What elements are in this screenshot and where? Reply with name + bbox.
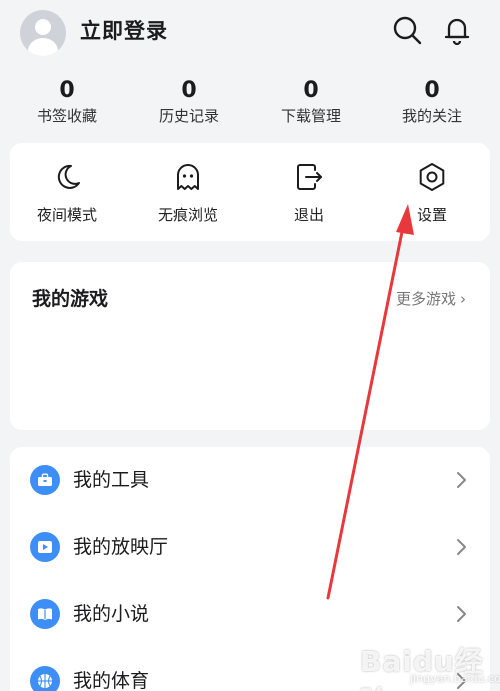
search-icon[interactable] <box>391 14 423 46</box>
stat-downloads[interactable]: 0 下载管理 <box>261 78 361 127</box>
list-item-label: 我的工具 <box>73 469 150 491</box>
stat-bookmarks[interactable]: 0 书签收藏 <box>17 78 117 127</box>
baidu-watermark: Baidu经验 jingyan.baidu.com <box>360 634 500 691</box>
login-link[interactable]: 立即登录 <box>80 16 168 46</box>
logout-button[interactable]: 退出 <box>259 161 359 225</box>
chevron-right-icon <box>457 606 466 622</box>
chevron-right-icon <box>457 539 466 555</box>
stat-count: 0 <box>424 78 440 103</box>
my-games-title: 我的游戏 <box>32 288 109 310</box>
list-item-label: 我的放映厅 <box>73 536 169 558</box>
watermark-sub: jingyan.baidu.com <box>410 672 500 685</box>
toolbox-icon <box>30 465 60 495</box>
stat-label: 下载管理 <box>280 107 341 125</box>
list-item-theater[interactable]: 我的放映厅 <box>10 514 490 580</box>
chevron-right-icon: › <box>460 290 466 308</box>
logout-icon <box>297 164 322 190</box>
stat-count: 0 <box>181 78 197 103</box>
my-games-card: 我的游戏 更多游戏 › <box>10 262 490 430</box>
list-item-label: 我的小说 <box>73 603 150 625</box>
basketball-icon <box>30 666 60 691</box>
list-item-label: 我的体育 <box>73 670 150 691</box>
stat-count: 0 <box>59 78 75 103</box>
settings-icon <box>419 163 445 191</box>
stat-label: 历史记录 <box>158 107 219 125</box>
incognito-button[interactable]: 无痕浏览 <box>138 161 238 225</box>
chevron-right-icon <box>457 472 466 488</box>
stat-label: 书签收藏 <box>36 107 97 125</box>
night-mode-label: 夜间模式 <box>36 206 97 224</box>
list-item-tools[interactable]: 我的工具 <box>10 447 490 513</box>
settings-label: 设置 <box>416 206 447 224</box>
incognito-label: 无痕浏览 <box>157 206 218 224</box>
play-icon <box>30 532 60 562</box>
more-games-link[interactable]: 更多游戏 › <box>396 288 466 310</box>
stat-history[interactable]: 0 历史记录 <box>139 78 239 127</box>
settings-button[interactable]: 设置 <box>382 161 482 225</box>
header: 立即登录 <box>0 0 500 66</box>
ghost-icon <box>177 164 199 190</box>
quick-actions-card: 夜间模式 无痕浏览 退出 设置 <box>10 143 490 241</box>
avatar[interactable] <box>20 10 66 56</box>
stat-count: 0 <box>303 78 319 103</box>
book-icon <box>30 599 60 629</box>
more-games-label: 更多游戏 <box>395 290 456 308</box>
stat-following[interactable]: 0 我的关注 <box>382 78 482 127</box>
logout-label: 退出 <box>293 206 324 224</box>
night-mode-button[interactable]: 夜间模式 <box>17 161 117 225</box>
moon-icon <box>57 164 80 189</box>
bell-icon[interactable] <box>441 14 473 46</box>
stats-row: 0 书签收藏 0 历史记录 0 下载管理 0 我的关注 <box>0 78 500 128</box>
stat-label: 我的关注 <box>401 107 462 125</box>
